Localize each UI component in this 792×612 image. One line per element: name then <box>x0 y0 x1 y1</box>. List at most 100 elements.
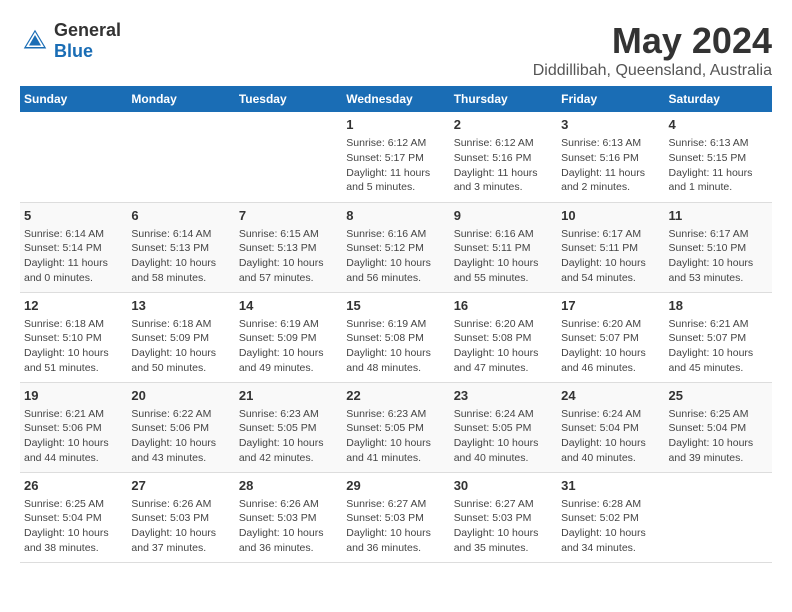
day-info: Sunset: 5:14 PM <box>24 241 123 256</box>
calendar-cell <box>235 112 342 202</box>
day-info: Daylight: 10 hours <box>669 346 768 361</box>
day-number: 6 <box>131 207 230 225</box>
day-info: Sunset: 5:10 PM <box>669 241 768 256</box>
title-area: May 2024 Diddillibah, Queensland, Austra… <box>533 20 772 80</box>
day-info: Daylight: 10 hours <box>346 436 445 451</box>
day-info: Sunset: 5:12 PM <box>346 241 445 256</box>
day-number: 24 <box>561 387 660 405</box>
day-info: Daylight: 10 hours <box>454 436 553 451</box>
day-info: and 54 minutes. <box>561 271 660 286</box>
calendar-cell: 18Sunrise: 6:21 AMSunset: 5:07 PMDayligh… <box>665 292 772 382</box>
day-info: Sunrise: 6:27 AM <box>454 497 553 512</box>
day-info: Sunrise: 6:21 AM <box>24 407 123 422</box>
day-info: Sunset: 5:11 PM <box>561 241 660 256</box>
calendar-header: SundayMondayTuesdayWednesdayThursdayFrid… <box>20 86 772 112</box>
day-info: Sunset: 5:07 PM <box>669 331 768 346</box>
day-info: Sunset: 5:16 PM <box>561 151 660 166</box>
day-number: 27 <box>131 477 230 495</box>
day-info: Daylight: 11 hours <box>454 166 553 181</box>
calendar-cell: 19Sunrise: 6:21 AMSunset: 5:06 PMDayligh… <box>20 382 127 472</box>
day-info: and 37 minutes. <box>131 541 230 556</box>
day-number: 14 <box>239 297 338 315</box>
day-info: Daylight: 10 hours <box>131 346 230 361</box>
day-number: 7 <box>239 207 338 225</box>
day-info: and 42 minutes. <box>239 451 338 466</box>
calendar-cell: 21Sunrise: 6:23 AMSunset: 5:05 PMDayligh… <box>235 382 342 472</box>
day-number: 5 <box>24 207 123 225</box>
day-info: Daylight: 10 hours <box>561 526 660 541</box>
day-info: Sunrise: 6:23 AM <box>239 407 338 422</box>
calendar-week-row: 12Sunrise: 6:18 AMSunset: 5:10 PMDayligh… <box>20 292 772 382</box>
day-info: Daylight: 10 hours <box>24 346 123 361</box>
day-info: Sunrise: 6:13 AM <box>561 136 660 151</box>
day-info: Daylight: 10 hours <box>239 256 338 271</box>
day-info: Sunset: 5:11 PM <box>454 241 553 256</box>
day-info: Sunset: 5:04 PM <box>669 421 768 436</box>
day-info: and 43 minutes. <box>131 451 230 466</box>
day-number: 26 <box>24 477 123 495</box>
calendar-table: SundayMondayTuesdayWednesdayThursdayFrid… <box>20 86 772 563</box>
day-info: Sunrise: 6:25 AM <box>669 407 768 422</box>
day-info: Daylight: 10 hours <box>454 526 553 541</box>
day-info: Daylight: 10 hours <box>454 256 553 271</box>
day-number: 19 <box>24 387 123 405</box>
calendar-cell: 8 Sunrise: 6:16 AMSunset: 5:12 PMDaylight… <box>342 202 449 292</box>
day-info: Sunset: 5:08 PM <box>346 331 445 346</box>
day-info: and 2 minutes. <box>561 180 660 195</box>
calendar-cell: 20Sunrise: 6:22 AMSunset: 5:06 PMDayligh… <box>127 382 234 472</box>
day-info: Daylight: 10 hours <box>561 436 660 451</box>
calendar-cell: 2Sunrise: 6:12 AMSunset: 5:16 PMDaylight… <box>450 112 557 202</box>
day-info: Daylight: 10 hours <box>131 526 230 541</box>
day-info: Sunrise: 6:15 AM <box>239 227 338 242</box>
day-info: Sunset: 5:03 PM <box>131 511 230 526</box>
day-number: 8 <box>346 207 445 225</box>
day-info: Sunset: 5:10 PM <box>24 331 123 346</box>
day-info: Daylight: 10 hours <box>346 526 445 541</box>
day-info: Daylight: 10 hours <box>239 346 338 361</box>
weekday-header: Tuesday <box>235 86 342 112</box>
day-info: Sunrise: 6:13 AM <box>669 136 768 151</box>
day-info: and 1 minute. <box>669 180 768 195</box>
weekday-header: Thursday <box>450 86 557 112</box>
calendar-cell: 30Sunrise: 6:27 AMSunset: 5:03 PMDayligh… <box>450 472 557 562</box>
day-info: Daylight: 10 hours <box>131 256 230 271</box>
header: General Blue May 2024 Diddillibah, Queen… <box>20 20 772 80</box>
day-info: Daylight: 11 hours <box>346 166 445 181</box>
calendar-cell: 31Sunrise: 6:28 AMSunset: 5:02 PMDayligh… <box>557 472 664 562</box>
calendar-cell: 5Sunrise: 6:14 AMSunset: 5:14 PMDaylight… <box>20 202 127 292</box>
day-info: and 49 minutes. <box>239 361 338 376</box>
day-number: 11 <box>669 207 768 225</box>
day-number: 21 <box>239 387 338 405</box>
calendar-cell: 13Sunrise: 6:18 AMSunset: 5:09 PMDayligh… <box>127 292 234 382</box>
day-info: Sunset: 5:15 PM <box>669 151 768 166</box>
logo-text-general: General <box>54 20 121 40</box>
day-info: Sunrise: 6:14 AM <box>131 227 230 242</box>
calendar-week-row: 1Sunrise: 6:12 AMSunset: 5:17 PMDaylight… <box>20 112 772 202</box>
logo-icon <box>20 26 50 56</box>
day-info: Sunrise: 6:24 AM <box>454 407 553 422</box>
calendar-cell: 16Sunrise: 6:20 AMSunset: 5:08 PMDayligh… <box>450 292 557 382</box>
day-info: Daylight: 11 hours <box>669 166 768 181</box>
day-info: and 41 minutes. <box>346 451 445 466</box>
calendar-cell: 3Sunrise: 6:13 AMSunset: 5:16 PMDaylight… <box>557 112 664 202</box>
day-info: and 46 minutes. <box>561 361 660 376</box>
day-info: Daylight: 10 hours <box>669 256 768 271</box>
day-info: Sunset: 5:04 PM <box>24 511 123 526</box>
day-info: Daylight: 11 hours <box>24 256 123 271</box>
day-number: 30 <box>454 477 553 495</box>
day-info: Sunrise: 6:17 AM <box>561 227 660 242</box>
day-info: and 0 minutes. <box>24 271 123 286</box>
day-info: Sunset: 5:05 PM <box>346 421 445 436</box>
day-info: Sunset: 5:02 PM <box>561 511 660 526</box>
day-info: Sunset: 5:06 PM <box>24 421 123 436</box>
day-info: Daylight: 10 hours <box>346 256 445 271</box>
day-info: Daylight: 10 hours <box>346 346 445 361</box>
weekday-header: Monday <box>127 86 234 112</box>
day-info: Sunrise: 6:12 AM <box>346 136 445 151</box>
logo-text-blue: Blue <box>54 41 93 61</box>
day-info: Sunrise: 6:16 AM <box>346 227 445 242</box>
calendar-cell: 14Sunrise: 6:19 AMSunset: 5:09 PMDayligh… <box>235 292 342 382</box>
calendar-cell: 10Sunrise: 6:17 AMSunset: 5:11 PMDayligh… <box>557 202 664 292</box>
day-info: and 34 minutes. <box>561 541 660 556</box>
day-info: and 39 minutes. <box>669 451 768 466</box>
